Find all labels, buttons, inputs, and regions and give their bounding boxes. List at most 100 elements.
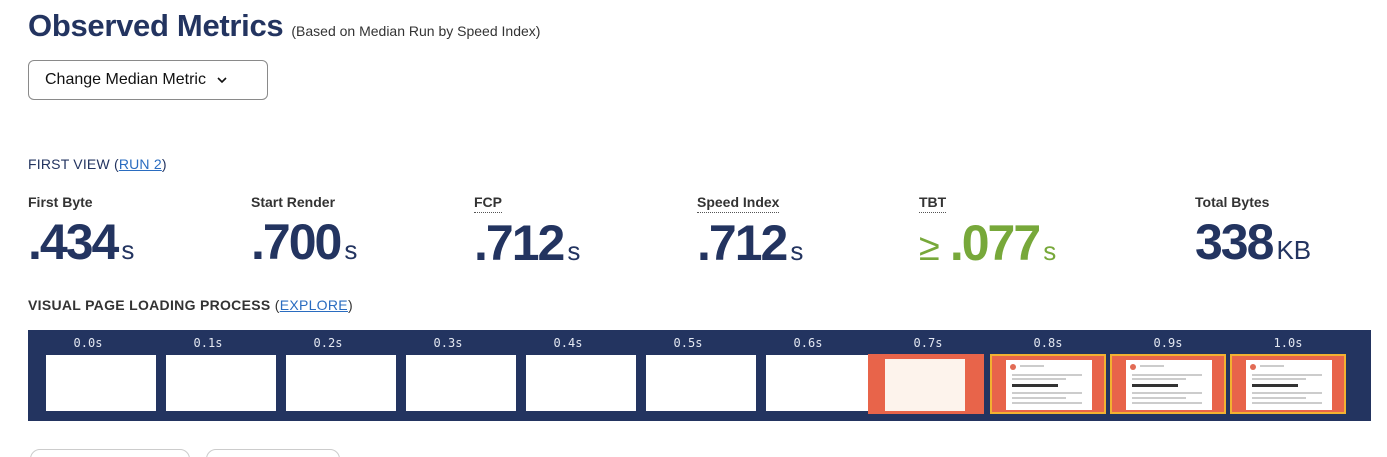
filmstrip-frame[interactable]: 0.1s [148, 330, 276, 421]
preview-text-line [1132, 378, 1186, 380]
page-preview [1126, 360, 1212, 410]
metric-speed-index: Speed Index .712 s [697, 194, 803, 269]
preview-text-line [1012, 378, 1066, 380]
preview-text-line [1252, 374, 1322, 376]
page-preview [1006, 360, 1092, 410]
frame-time: 0.3s [433, 336, 463, 350]
run-link[interactable]: RUN 2 [119, 156, 162, 172]
metric-tbt: TBT ≥ .077 s [919, 194, 1056, 270]
metric-start-render: Start Render .700 s [251, 194, 357, 268]
preview-text-line [1252, 392, 1322, 394]
frame-thumbnail [286, 355, 396, 411]
preview-heading [1132, 384, 1178, 387]
metric-label[interactable]: Speed Index [697, 194, 780, 213]
visual-loading-heading: VISUAL PAGE LOADING PROCESS (EXPLORE) [28, 297, 353, 313]
preview-text-line [1252, 397, 1306, 399]
page-preview [1246, 360, 1332, 410]
frame-time: 0.6s [793, 336, 823, 350]
frame-time: 0.0s [73, 336, 103, 350]
bottom-tab-button[interactable] [30, 449, 190, 457]
filmstrip-frame[interactable]: 0.0s [28, 330, 156, 421]
frame-thumbnail [1230, 354, 1346, 414]
preview-text-line [1132, 402, 1202, 404]
metric-unit: s [567, 236, 581, 266]
explore-link[interactable]: EXPLORE [280, 297, 348, 313]
filmstrip-frame[interactable]: 0.7s [868, 330, 988, 421]
filmstrip[interactable]: 0.0s 0.1s 0.2s 0.3s 0.4s 0.5s 0.6s 0.7s 0.8s 0.9s… [28, 330, 1371, 421]
filmstrip-frame[interactable]: 0.2s [268, 330, 396, 421]
logo-icon [1130, 364, 1136, 370]
filmstrip-frame[interactable]: 0.6s [748, 330, 876, 421]
filmstrip-frame[interactable]: 0.8s [988, 330, 1108, 421]
preview-heading [1252, 384, 1298, 387]
page-subtitle: (Based on Median Run by Speed Index) [291, 23, 541, 39]
frame-thumbnail [406, 355, 516, 411]
filmstrip-frame[interactable]: 1.0s [1228, 330, 1348, 421]
preview-text-line [1252, 402, 1322, 404]
frame-time: 0.5s [673, 336, 703, 350]
metric-label: Total Bytes [1195, 194, 1270, 210]
metric-unit: s [121, 235, 135, 265]
metric-value: .077 [949, 215, 1041, 271]
metric-value: .434 [28, 214, 119, 270]
metric-first-byte: First Byte .434 s [28, 194, 134, 268]
preview-heading [1012, 384, 1058, 387]
filmstrip-frame[interactable]: 0.9s [1108, 330, 1228, 421]
bottom-tab-button[interactable] [206, 449, 340, 457]
page-preview [885, 359, 965, 411]
first-view-label: FIRST VIEW ( [28, 156, 119, 172]
frame-time: 0.7s [913, 336, 943, 350]
filmstrip-frame[interactable]: 0.4s [508, 330, 636, 421]
metric-unit: s [1043, 236, 1057, 266]
preview-text-line [1012, 397, 1066, 399]
preview-text-line [1132, 374, 1202, 376]
metric-fcp: FCP .712 s [474, 194, 580, 269]
visual-loading-label: VISUAL PAGE LOADING PROCESS [28, 297, 271, 313]
frame-thumbnail [1110, 354, 1226, 414]
page-title: Observed Metrics [28, 8, 284, 43]
preview-text-line [1012, 374, 1082, 376]
frame-thumbnail [766, 355, 876, 411]
frame-time: 0.2s [313, 336, 343, 350]
metric-value: .700 [251, 214, 342, 270]
metric-unit: s [790, 236, 804, 266]
chevron-down-icon [217, 77, 227, 84]
first-view-heading: FIRST VIEW (RUN 2) [28, 156, 167, 172]
frame-time: 0.1s [193, 336, 223, 350]
metric-value: 338 [1195, 214, 1274, 270]
preview-text-line [1012, 392, 1082, 394]
frame-thumbnail [646, 355, 756, 411]
first-view-close: ) [161, 156, 167, 172]
preview-text-line [1260, 365, 1284, 367]
metric-label: First Byte [28, 194, 93, 210]
change-median-metric-button[interactable]: Change Median Metric [28, 60, 268, 100]
frame-time: 0.8s [1033, 336, 1063, 350]
logo-icon [1250, 364, 1256, 370]
frame-thumbnail [46, 355, 156, 411]
filmstrip-frame[interactable]: 0.3s [388, 330, 516, 421]
frame-thumbnail [990, 354, 1106, 414]
frame-time: 0.9s [1153, 336, 1183, 350]
visual-loading-close: ) [347, 297, 353, 313]
metric-label[interactable]: FCP [474, 194, 502, 213]
logo-icon [1010, 364, 1016, 370]
metric-value: .712 [697, 215, 788, 271]
metric-label[interactable]: TBT [919, 194, 947, 213]
preview-text-line [1012, 402, 1082, 404]
metric-label: Start Render [251, 194, 336, 210]
filmstrip-frame[interactable]: 0.5s [628, 330, 756, 421]
metric-prefix: ≥ [919, 227, 940, 269]
frame-thumbnail [526, 355, 636, 411]
preview-text-line [1020, 365, 1044, 367]
frame-thumbnail [166, 355, 276, 411]
frame-thumbnail [868, 354, 984, 414]
metric-unit: KB [1276, 235, 1312, 265]
metric-value: .712 [474, 215, 565, 271]
preview-text-line [1252, 378, 1306, 380]
change-median-metric-label: Change Median Metric [45, 71, 206, 88]
preview-text-line [1132, 397, 1186, 399]
metric-unit: s [344, 235, 358, 265]
frame-time: 0.4s [553, 336, 583, 350]
title-row: Observed Metrics (Based on Median Run by… [28, 8, 540, 44]
preview-text-line [1132, 392, 1202, 394]
